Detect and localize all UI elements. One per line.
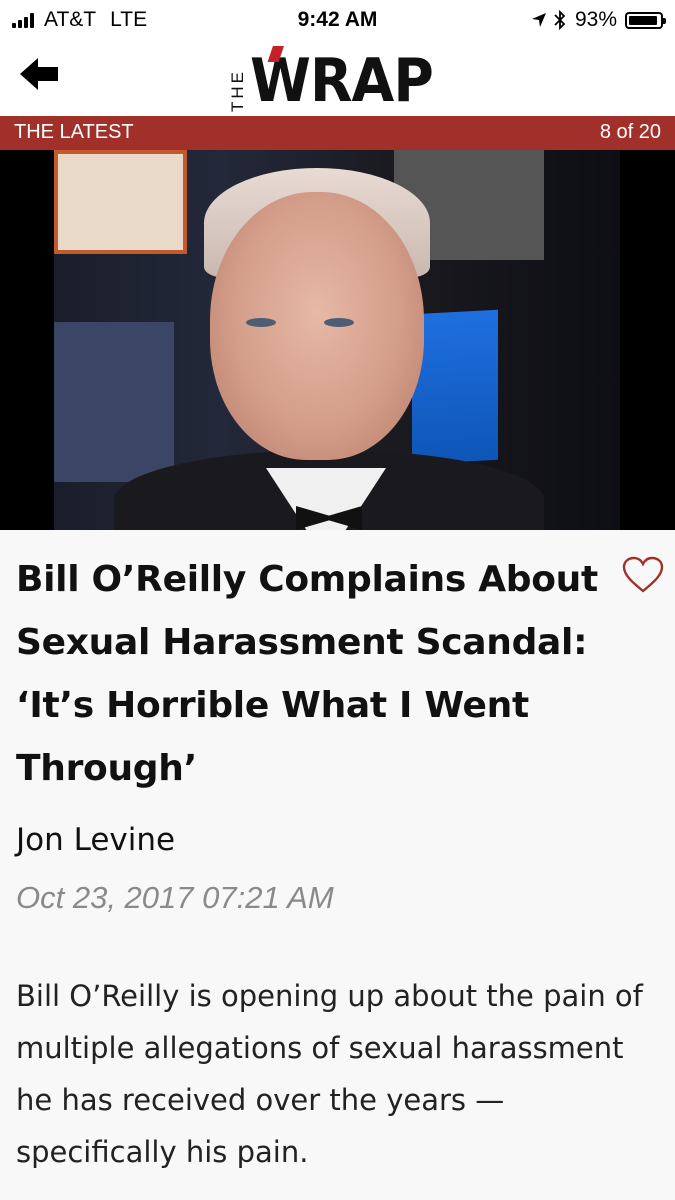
section-label: THE LATEST [14,121,134,143]
logo-main-text: WRAP [250,46,434,112]
hero-photo [54,150,620,530]
nav-bar: THE WRAP [0,38,675,116]
arrow-left-icon [20,58,58,90]
article-content: Bill O’Reilly Complains About Sexual Har… [0,530,675,1200]
bluetooth-icon [554,10,566,30]
article-author[interactable]: Jon Levine [16,822,175,858]
back-button[interactable] [18,52,62,96]
favorite-button[interactable] [622,556,664,594]
status-indicators: 93% [531,8,666,32]
hero-image [0,150,675,530]
logo-small-text: THE [228,69,247,112]
article-headline: Bill O’Reilly Complains About Sexual Har… [16,559,598,789]
article-date: Oct 23, 2017 07:21 AM [16,880,334,915]
article-body: Bill O’Reilly is opening up about the pa… [16,979,643,1169]
status-bar: AT&T LTE 9:42 AM 93% [0,0,675,38]
battery-percent: 93% [574,8,617,31]
section-bar: THE LATEST 8 of 20 [0,116,675,150]
article-counter: 8 of 20 [599,121,661,143]
site-logo[interactable]: THE WRAP [228,46,449,112]
battery-icon [625,11,666,29]
heart-outline-icon [622,556,664,593]
location-arrow-icon [531,13,546,27]
